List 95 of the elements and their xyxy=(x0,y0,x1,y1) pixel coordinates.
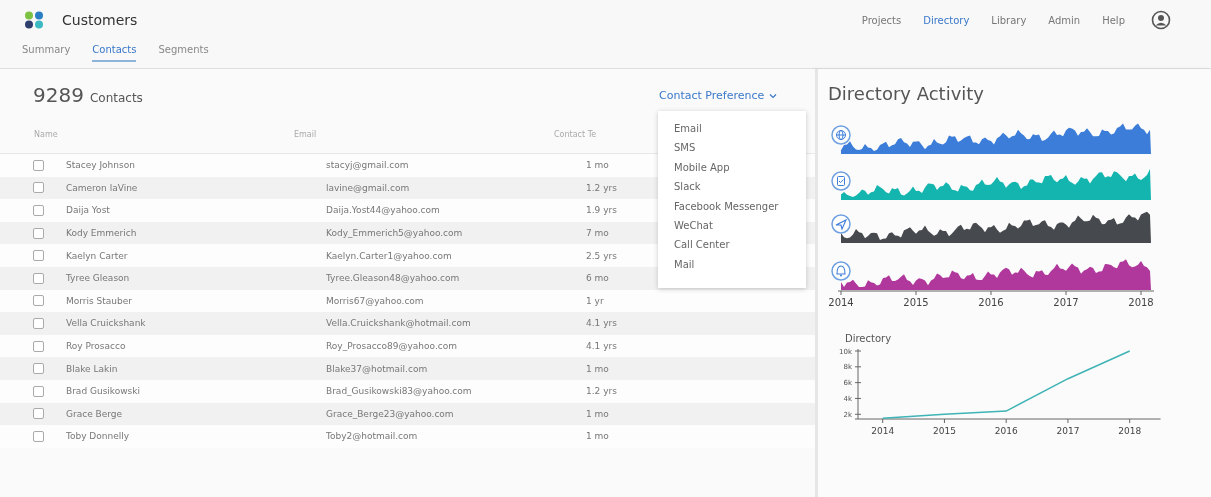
checkbox[interactable] xyxy=(33,408,44,420)
table-cell-text: Kody Emmerich xyxy=(66,228,138,239)
user-avatar-icon[interactable] xyxy=(1151,10,1171,30)
table-cell: 1 mo xyxy=(586,160,609,171)
axis-label: 2015 xyxy=(933,426,956,436)
table-cell-text: Daija.Yost44@yahoo.com xyxy=(326,205,441,216)
table-cell-text: Vella Cruickshank xyxy=(66,318,147,329)
table-cell-text: Kaelyn Carter xyxy=(66,250,129,261)
checkbox[interactable] xyxy=(33,182,44,194)
table-cell-text: Vella.Cruickshank@hotmail.com xyxy=(326,318,472,329)
table-cell-text: Toby Donnelly xyxy=(66,431,131,442)
nav-link[interactable]: Library xyxy=(991,14,1027,26)
table-cell: 1.2 yrs xyxy=(586,182,617,193)
checkbox[interactable] xyxy=(33,205,44,216)
column-header: Email xyxy=(294,129,318,139)
table-cell-text: Kody_Emmerich5@yahoo.com xyxy=(326,228,464,239)
table-cell-text: Blake Lakin xyxy=(66,363,119,374)
checkbox[interactable] xyxy=(33,430,44,442)
axis-label: 2014 xyxy=(871,426,895,436)
table-cell-text: Grace_Berge23@yahoo.com xyxy=(326,408,455,419)
table-cell: 6 mo xyxy=(586,273,609,284)
table-cell: 7 mo xyxy=(586,228,609,239)
table-cell: 1 mo xyxy=(586,431,609,442)
table-cell: 1 mo xyxy=(586,408,609,419)
table-cell-text: Tyree.Gleason48@yahoo.com xyxy=(326,273,461,284)
checkbox[interactable] xyxy=(33,385,44,397)
checkbox[interactable] xyxy=(33,363,44,375)
table-cell: 4.1 yrs xyxy=(586,318,617,329)
panel-title: Directory Activity xyxy=(828,83,985,104)
menu-item[interactable]: Mobile App xyxy=(658,157,806,178)
menu-item[interactable]: WeChat xyxy=(658,216,806,236)
axis-label: 2016 xyxy=(994,426,1018,436)
menu-item[interactable]: Slack xyxy=(658,177,806,197)
table-cell-text: lavine@gmail.com xyxy=(326,182,411,193)
table-cell-text: Roy_Prosacco89@yahoo.com xyxy=(326,341,458,352)
menu-item[interactable]: Call Center xyxy=(658,235,806,255)
table-cell-text: Kaelyn.Carter1@yahoo.com xyxy=(326,250,453,261)
table-cell: 1.9 yrs xyxy=(586,205,617,216)
menu-item[interactable]: Facebook Messenger xyxy=(658,196,806,217)
nav-link[interactable]: Directory xyxy=(923,14,970,26)
column-header: Contact Te xyxy=(554,129,597,139)
count-label: Contacts xyxy=(89,91,143,105)
checkbox[interactable] xyxy=(33,159,44,171)
table-cell-text: Grace Berge xyxy=(66,408,124,419)
filter-dropdown[interactable]: Contact Preference xyxy=(659,89,778,102)
table-cell-text: Morris Stauber xyxy=(66,295,133,306)
clipboard-check-icon xyxy=(831,171,851,191)
contact-count: 9289 xyxy=(33,83,84,107)
tab[interactable]: Contacts xyxy=(92,40,137,62)
menu-item[interactable]: Mail xyxy=(658,254,806,275)
globe-icon xyxy=(831,125,851,145)
logo-icon xyxy=(24,11,44,29)
chart-title: Directory xyxy=(845,333,893,344)
table-cell-text: Brad Gusikowski xyxy=(66,386,141,397)
checkbox[interactable] xyxy=(33,250,44,262)
table-cell-text: Tyree Gleason xyxy=(66,273,131,284)
table-cell-text: Blake37@hotmail.com xyxy=(326,363,429,374)
checkbox[interactable] xyxy=(33,295,44,307)
table-cell-text: Cameron laVine xyxy=(66,182,139,193)
nav-link[interactable]: Help xyxy=(1102,14,1125,26)
tab[interactable]: Segments xyxy=(158,40,209,62)
checkbox[interactable] xyxy=(33,227,44,239)
table-cell: 1.2 yrs xyxy=(586,386,617,397)
table-cell-text: Morris67@yahoo.com xyxy=(326,295,425,306)
table-cell: 1 mo xyxy=(586,363,609,374)
table-cell-text: Stacey Johnson xyxy=(66,160,136,171)
tab[interactable]: Summary xyxy=(22,40,71,62)
table-cell-text: stacyj@gmail.com xyxy=(326,160,410,171)
column-header: Name xyxy=(34,129,59,139)
axis-label: 2017 xyxy=(1053,297,1079,308)
table-cell: 4.1 yrs xyxy=(586,341,617,352)
nav-link[interactable]: Projects xyxy=(861,14,902,26)
axis-label: 2017 xyxy=(1056,426,1080,436)
axis-label: 2015 xyxy=(903,297,929,308)
table-cell-text: Daija Yost xyxy=(66,205,111,216)
table-cell: 1 yr xyxy=(586,295,604,306)
table-cell: 2.5 yrs xyxy=(586,250,617,261)
nav-link[interactable]: Admin xyxy=(1048,14,1081,26)
bell-icon xyxy=(831,261,851,281)
menu-item[interactable]: Email xyxy=(658,119,806,139)
checkbox[interactable] xyxy=(33,340,44,352)
axis-label: 2018 xyxy=(1128,297,1154,308)
table-cell-text: Roy Prosacco xyxy=(66,341,127,352)
axis-label: 2014 xyxy=(828,297,854,308)
checkbox[interactable] xyxy=(33,317,44,329)
axis-label: 2016 xyxy=(978,297,1004,308)
chevron-down-icon xyxy=(769,92,778,99)
axis-label: 2018 xyxy=(1118,426,1142,436)
menu-item[interactable]: SMS xyxy=(658,138,806,158)
table-cell-text: Toby2@hotmail.com xyxy=(326,431,419,442)
app-title: Customers xyxy=(62,12,139,28)
paper-plane-icon xyxy=(831,214,851,234)
table-cell-text: Brad_Gusikowski83@yahoo.com xyxy=(326,386,473,397)
checkbox[interactable] xyxy=(33,272,44,284)
y-axis xyxy=(854,348,862,420)
